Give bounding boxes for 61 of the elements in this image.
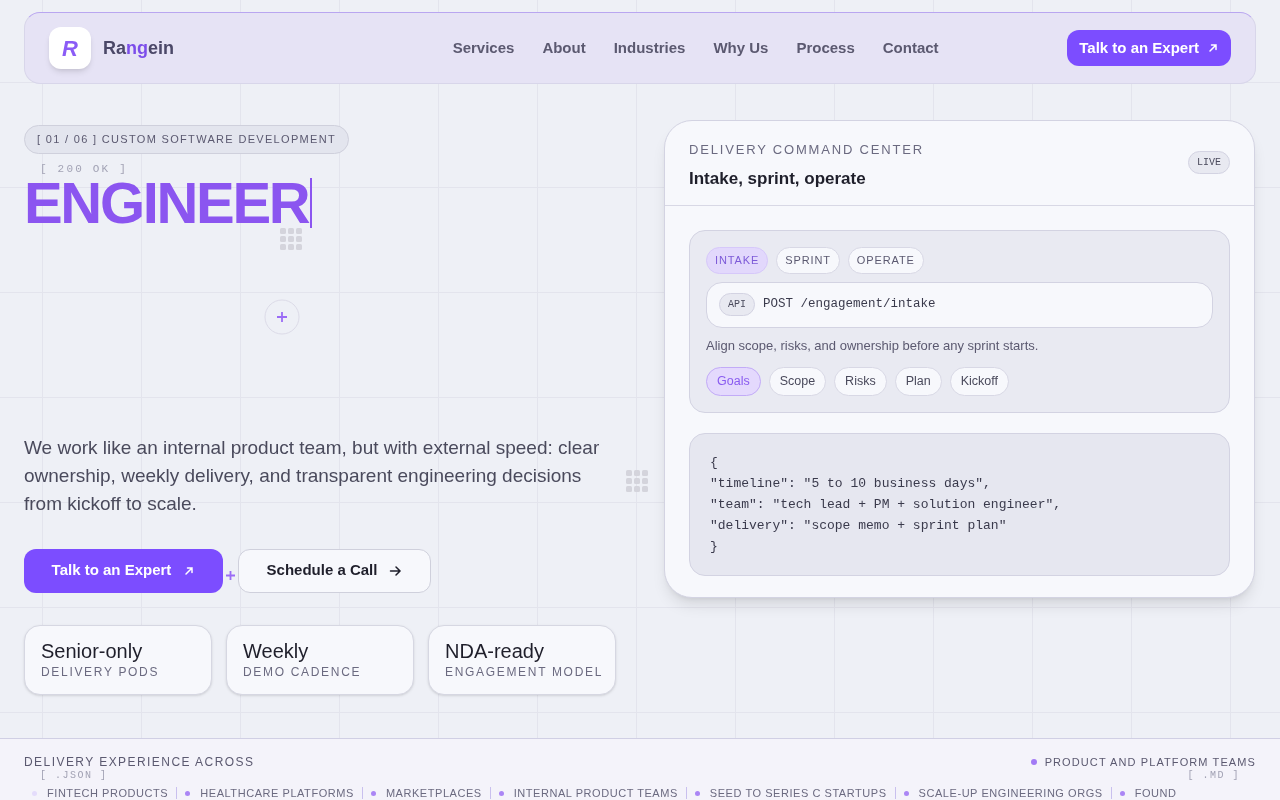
logo-mark[interactable]: R — [49, 27, 91, 69]
ticker-item: FINTECH PRODUCTS — [47, 786, 169, 800]
talk-to-expert-button[interactable]: Talk to an Expert — [1067, 30, 1231, 66]
status-label: [ 200 OK ] — [40, 163, 129, 175]
nav-link[interactable]: Why Us — [713, 36, 769, 60]
stat-label: DEMO CADENCE — [243, 663, 363, 681]
topic-chip[interactable]: Goals — [706, 367, 761, 396]
stat-value: NDA-ready — [445, 638, 545, 663]
stage-tab[interactable]: OPERATE — [847, 247, 924, 274]
arrow-right-icon — [389, 564, 403, 577]
nav-link[interactable]: Industries — [613, 36, 686, 60]
api-badge: API — [719, 293, 755, 316]
card-title: Intake, sprint, operate — [689, 167, 867, 190]
ticker-item: INTERNAL PRODUCT TEAMS — [513, 786, 678, 800]
code-block: { "timeline": "5 to 10 business days", "team": "tech lead + PM + solution engineer", "delivery": "scope memo + sprint plan" } — [689, 432, 1230, 576]
stat-value: Weekly — [243, 638, 310, 663]
stat-label: ENGAGEMENT MODEL — [445, 663, 599, 681]
stage-tab[interactable]: INTAKE — [706, 247, 769, 274]
nav-link[interactable]: Process — [796, 36, 855, 60]
hero-description: We work like an internal product team, but with external speed: clear ownership, weekly delivery, and transparent engineering decisions from kickoff to scale. — [24, 435, 601, 516]
eyebrow-tag: [ 01 / 06 ] CUSTOM SOFTWARE DEVELOPMENT — [24, 125, 350, 154]
topic-chip[interactable]: Kickoff — [949, 367, 1009, 396]
schedule-call-button[interactable]: Schedule a Call — [238, 548, 431, 593]
nav-link[interactable]: Services — [452, 36, 515, 60]
dot-grid-icon — [280, 228, 302, 250]
card-eyebrow: DELIVERY COMMAND CENTER — [689, 141, 924, 159]
talk-to-expert-button[interactable]: Talk to an Expert — [24, 548, 223, 593]
plus-icon — [226, 571, 235, 580]
ticker-item: HEALTHCARE PLATFORMS — [200, 786, 354, 800]
footer-highlight: PRODUCT AND PLATFORM TEAMS — [1044, 754, 1256, 770]
stat-label: DELIVERY PODS — [41, 663, 161, 681]
live-badge: LIVE — [1188, 151, 1230, 174]
ticker-item: SCALE-UP ENGINEERING ORGS — [918, 786, 1103, 800]
arrow-up-right-icon — [183, 564, 196, 577]
topic-chip[interactable]: Plan — [894, 367, 942, 396]
brand-name[interactable]: Rangein — [103, 34, 175, 62]
bullet-icon — [370, 790, 376, 796]
nav-link[interactable]: Contact — [882, 36, 939, 60]
ticker-item: FOUND — [1134, 786, 1177, 800]
bullet-icon — [498, 790, 504, 796]
bullet-icon — [185, 790, 191, 796]
arrow-up-right-icon — [1207, 42, 1219, 54]
footer-heading: DELIVERY EXPERIENCE ACROSS — [24, 754, 255, 770]
dot-grid-icon — [626, 470, 648, 492]
ticker-item: MARKETPLACES — [385, 786, 482, 800]
panel-note: Align scope, risks, and ownership before any sprint starts. — [706, 336, 1040, 355]
file-tag: [ .JSON ] — [40, 771, 108, 781]
bullet-icon — [903, 790, 909, 796]
endpoint-path: POST /engagement/intake — [763, 296, 936, 314]
topic-chip[interactable]: Scope — [768, 367, 827, 396]
text-cursor — [310, 177, 313, 228]
ticker-item: SEED TO SERIES C STARTUPS — [709, 786, 887, 800]
headline: ENGINEER — [24, 174, 309, 231]
nav-link[interactable]: About — [542, 36, 586, 60]
stage-tab[interactable]: SPRINT — [776, 247, 840, 274]
plus-circle-icon — [264, 299, 300, 335]
bullet-icon — [694, 790, 700, 796]
bullet-icon — [1119, 790, 1125, 796]
topic-chip[interactable]: Risks — [834, 367, 887, 396]
file-tag: [ .MD ] — [1187, 771, 1240, 781]
stat-value: Senior-only — [41, 638, 144, 663]
